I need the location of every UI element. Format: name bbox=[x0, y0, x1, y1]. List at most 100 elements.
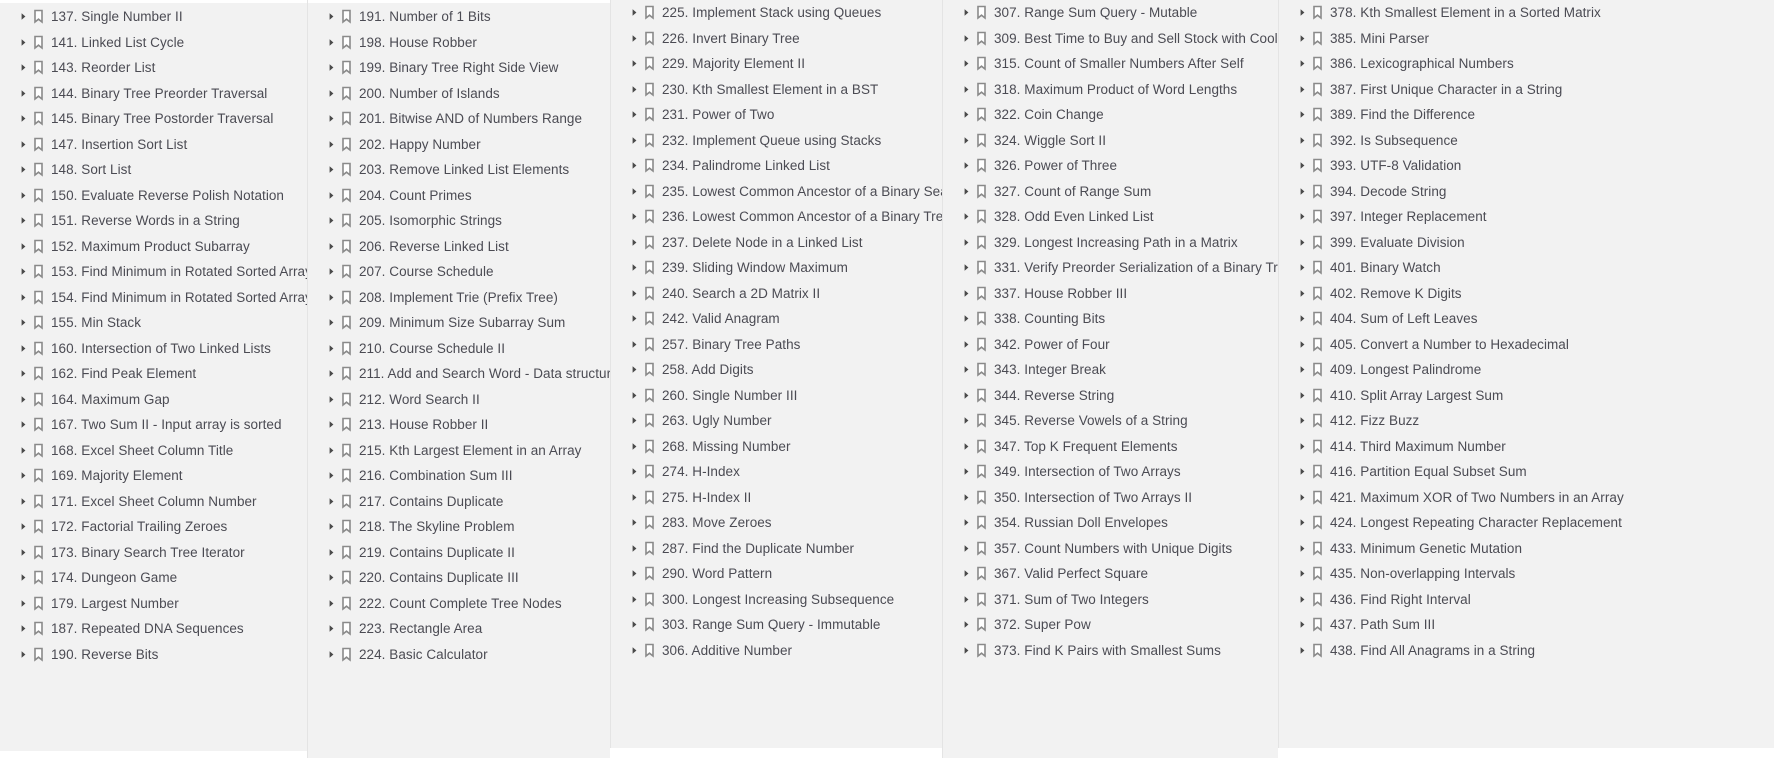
problem-row[interactable]: 205. Isomorphic Strings bbox=[308, 208, 610, 234]
chevron-right-icon[interactable] bbox=[961, 492, 972, 503]
problem-row[interactable]: 402. Remove K Digits bbox=[1279, 281, 1774, 307]
problem-row[interactable]: 257. Binary Tree Paths bbox=[611, 332, 942, 358]
chevron-right-icon[interactable] bbox=[961, 390, 972, 401]
chevron-right-icon[interactable] bbox=[326, 445, 337, 456]
chevron-right-icon[interactable] bbox=[629, 109, 640, 120]
problem-row[interactable]: 236. Lowest Common Ancestor of a Binary … bbox=[611, 204, 942, 230]
problem-row[interactable]: 347. Top K Frequent Elements bbox=[943, 434, 1278, 460]
chevron-right-icon[interactable] bbox=[18, 572, 29, 583]
chevron-right-icon[interactable] bbox=[18, 62, 29, 73]
problem-row[interactable]: 287. Find the Duplicate Number bbox=[611, 536, 942, 562]
problem-row[interactable]: 378. Kth Smallest Element in a Sorted Ma… bbox=[1279, 0, 1774, 26]
problem-row[interactable]: 242. Valid Anagram bbox=[611, 306, 942, 332]
chevron-right-icon[interactable] bbox=[961, 415, 972, 426]
chevron-right-icon[interactable] bbox=[629, 619, 640, 630]
problem-row[interactable]: 143. Reorder List bbox=[0, 55, 307, 81]
chevron-right-icon[interactable] bbox=[1297, 492, 1308, 503]
chevron-right-icon[interactable] bbox=[961, 109, 972, 120]
chevron-right-icon[interactable] bbox=[961, 211, 972, 222]
chevron-right-icon[interactable] bbox=[18, 37, 29, 48]
problem-row[interactable]: 162. Find Peak Element bbox=[0, 361, 307, 387]
problem-row[interactable]: 167. Two Sum II - Input array is sorted bbox=[0, 412, 307, 438]
chevron-right-icon[interactable] bbox=[326, 394, 337, 405]
problem-row[interactable]: 433. Minimum Genetic Mutation bbox=[1279, 536, 1774, 562]
chevron-right-icon[interactable] bbox=[961, 619, 972, 630]
chevron-right-icon[interactable] bbox=[18, 598, 29, 609]
problem-row[interactable]: 203. Remove Linked List Elements bbox=[308, 157, 610, 183]
problem-row[interactable]: 393. UTF-8 Validation bbox=[1279, 153, 1774, 179]
chevron-right-icon[interactable] bbox=[326, 623, 337, 634]
problem-row[interactable]: 231. Power of Two bbox=[611, 102, 942, 128]
problem-row[interactable]: 237. Delete Node in a Linked List bbox=[611, 230, 942, 256]
problem-row[interactable]: 209. Minimum Size Subarray Sum bbox=[308, 310, 610, 336]
chevron-right-icon[interactable] bbox=[629, 568, 640, 579]
problem-row[interactable]: 416. Partition Equal Subset Sum bbox=[1279, 459, 1774, 485]
problem-row[interactable]: 306. Additive Number bbox=[611, 638, 942, 664]
problem-row[interactable]: 208. Implement Trie (Prefix Tree) bbox=[308, 285, 610, 311]
chevron-right-icon[interactable] bbox=[961, 33, 972, 44]
problem-row[interactable]: 207. Course Schedule bbox=[308, 259, 610, 285]
chevron-right-icon[interactable] bbox=[1297, 466, 1308, 477]
problem-row[interactable]: 150. Evaluate Reverse Polish Notation bbox=[0, 183, 307, 209]
problem-row[interactable]: 201. Bitwise AND of Numbers Range bbox=[308, 106, 610, 132]
problem-row[interactable]: 154. Find Minimum in Rotated Sorted Arra… bbox=[0, 285, 307, 311]
chevron-right-icon[interactable] bbox=[961, 364, 972, 375]
problem-row[interactable]: 392. Is Subsequence bbox=[1279, 128, 1774, 154]
problem-row[interactable]: 220. Contains Duplicate III bbox=[308, 565, 610, 591]
problem-row[interactable]: 225. Implement Stack using Queues bbox=[611, 0, 942, 26]
problem-row[interactable]: 212. Word Search II bbox=[308, 387, 610, 413]
chevron-right-icon[interactable] bbox=[1297, 109, 1308, 120]
problem-row[interactable]: 217. Contains Duplicate bbox=[308, 489, 610, 515]
problem-row[interactable]: 148. Sort List bbox=[0, 157, 307, 183]
chevron-right-icon[interactable] bbox=[1297, 619, 1308, 630]
chevron-right-icon[interactable] bbox=[18, 241, 29, 252]
chevron-right-icon[interactable] bbox=[629, 211, 640, 222]
problem-row[interactable]: 345. Reverse Vowels of a String bbox=[943, 408, 1278, 434]
problem-row[interactable]: 387. First Unique Character in a String bbox=[1279, 77, 1774, 103]
chevron-right-icon[interactable] bbox=[326, 139, 337, 150]
chevron-right-icon[interactable] bbox=[18, 394, 29, 405]
problem-row[interactable]: 327. Count of Range Sum bbox=[943, 179, 1278, 205]
chevron-right-icon[interactable] bbox=[18, 164, 29, 175]
problem-row[interactable]: 190. Reverse Bits bbox=[0, 642, 307, 668]
problem-row[interactable]: 260. Single Number III bbox=[611, 383, 942, 409]
chevron-right-icon[interactable] bbox=[326, 419, 337, 430]
chevron-right-icon[interactable] bbox=[18, 266, 29, 277]
chevron-right-icon[interactable] bbox=[18, 343, 29, 354]
chevron-right-icon[interactable] bbox=[961, 517, 972, 528]
chevron-right-icon[interactable] bbox=[326, 317, 337, 328]
chevron-right-icon[interactable] bbox=[326, 572, 337, 583]
chevron-right-icon[interactable] bbox=[629, 84, 640, 95]
problem-row[interactable]: 414. Third Maximum Number bbox=[1279, 434, 1774, 460]
chevron-right-icon[interactable] bbox=[629, 186, 640, 197]
chevron-right-icon[interactable] bbox=[629, 645, 640, 656]
problem-row[interactable]: 401. Binary Watch bbox=[1279, 255, 1774, 281]
chevron-right-icon[interactable] bbox=[18, 190, 29, 201]
problem-row[interactable]: 386. Lexicographical Numbers bbox=[1279, 51, 1774, 77]
problem-row[interactable]: 234. Palindrome Linked List bbox=[611, 153, 942, 179]
chevron-right-icon[interactable] bbox=[629, 339, 640, 350]
problem-row[interactable]: 389. Find the Difference bbox=[1279, 102, 1774, 128]
chevron-right-icon[interactable] bbox=[961, 135, 972, 146]
chevron-right-icon[interactable] bbox=[961, 568, 972, 579]
chevron-right-icon[interactable] bbox=[18, 419, 29, 430]
problem-row[interactable]: 399. Evaluate Division bbox=[1279, 230, 1774, 256]
chevron-right-icon[interactable] bbox=[326, 241, 337, 252]
chevron-right-icon[interactable] bbox=[326, 266, 337, 277]
problem-row[interactable]: 344. Reverse String bbox=[943, 383, 1278, 409]
problem-row[interactable]: 174. Dungeon Game bbox=[0, 565, 307, 591]
chevron-right-icon[interactable] bbox=[961, 466, 972, 477]
problem-row[interactable]: 404. Sum of Left Leaves bbox=[1279, 306, 1774, 332]
chevron-right-icon[interactable] bbox=[629, 160, 640, 171]
chevron-right-icon[interactable] bbox=[1297, 7, 1308, 18]
chevron-right-icon[interactable] bbox=[1297, 645, 1308, 656]
chevron-right-icon[interactable] bbox=[326, 598, 337, 609]
chevron-right-icon[interactable] bbox=[629, 313, 640, 324]
chevron-right-icon[interactable] bbox=[326, 37, 337, 48]
problem-row[interactable]: 218. The Skyline Problem bbox=[308, 514, 610, 540]
chevron-right-icon[interactable] bbox=[18, 521, 29, 532]
problem-row[interactable]: 230. Kth Smallest Element in a BST bbox=[611, 77, 942, 103]
chevron-right-icon[interactable] bbox=[961, 7, 972, 18]
problem-row[interactable]: 224. Basic Calculator bbox=[308, 642, 610, 668]
problem-row[interactable]: 394. Decode String bbox=[1279, 179, 1774, 205]
